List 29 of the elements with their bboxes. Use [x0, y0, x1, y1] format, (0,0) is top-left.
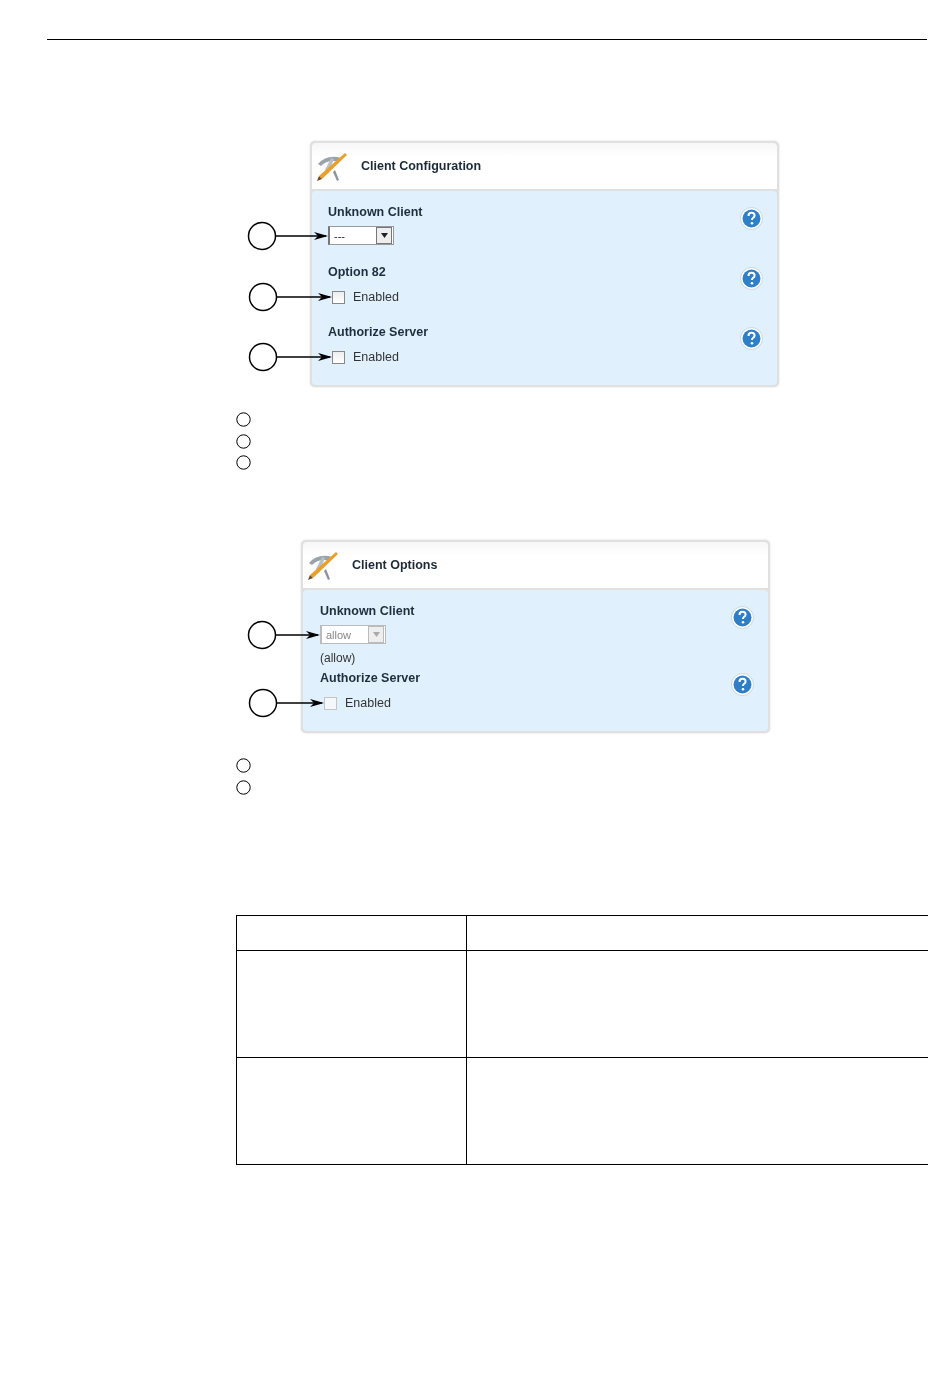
- caret-icon: [376, 227, 392, 244]
- panel-title: Client Options: [352, 558, 438, 572]
- checkbox-label: Enabled: [345, 696, 391, 710]
- help-icon[interactable]: [740, 207, 763, 230]
- help-icon[interactable]: [731, 673, 754, 696]
- help-icon[interactable]: [731, 606, 754, 629]
- field-label: Authorize Server: [328, 325, 429, 339]
- circle-icon: [236, 779, 251, 795]
- help-icon[interactable]: [740, 267, 763, 290]
- callout-drawing: [248, 619, 320, 650]
- dropdown[interactable]: ---: [328, 226, 394, 245]
- caret-icon: [368, 626, 384, 643]
- pencil-compass-icon: [315, 150, 349, 182]
- help-icon[interactable]: [740, 327, 763, 350]
- current-value: (allow): [320, 651, 357, 665]
- panel-title: Client Configuration: [361, 159, 482, 173]
- circle-icon: [236, 455, 251, 470]
- pencil-compass-icon: [306, 549, 340, 581]
- checkbox-label: Enabled: [353, 350, 399, 364]
- field-label: Authorize Server: [320, 671, 421, 685]
- checkbox[interactable]: [332, 350, 345, 364]
- field-label: Unknown Client: [328, 205, 423, 219]
- field-label: Option 82: [328, 265, 387, 279]
- checkbox[interactable]: [332, 290, 345, 304]
- checkbox-label: Enabled: [353, 290, 399, 304]
- circle-icon: [236, 433, 251, 449]
- circle-icon: [236, 412, 251, 427]
- circle-icon: [236, 758, 251, 773]
- field-label: Unknown Client: [320, 604, 415, 618]
